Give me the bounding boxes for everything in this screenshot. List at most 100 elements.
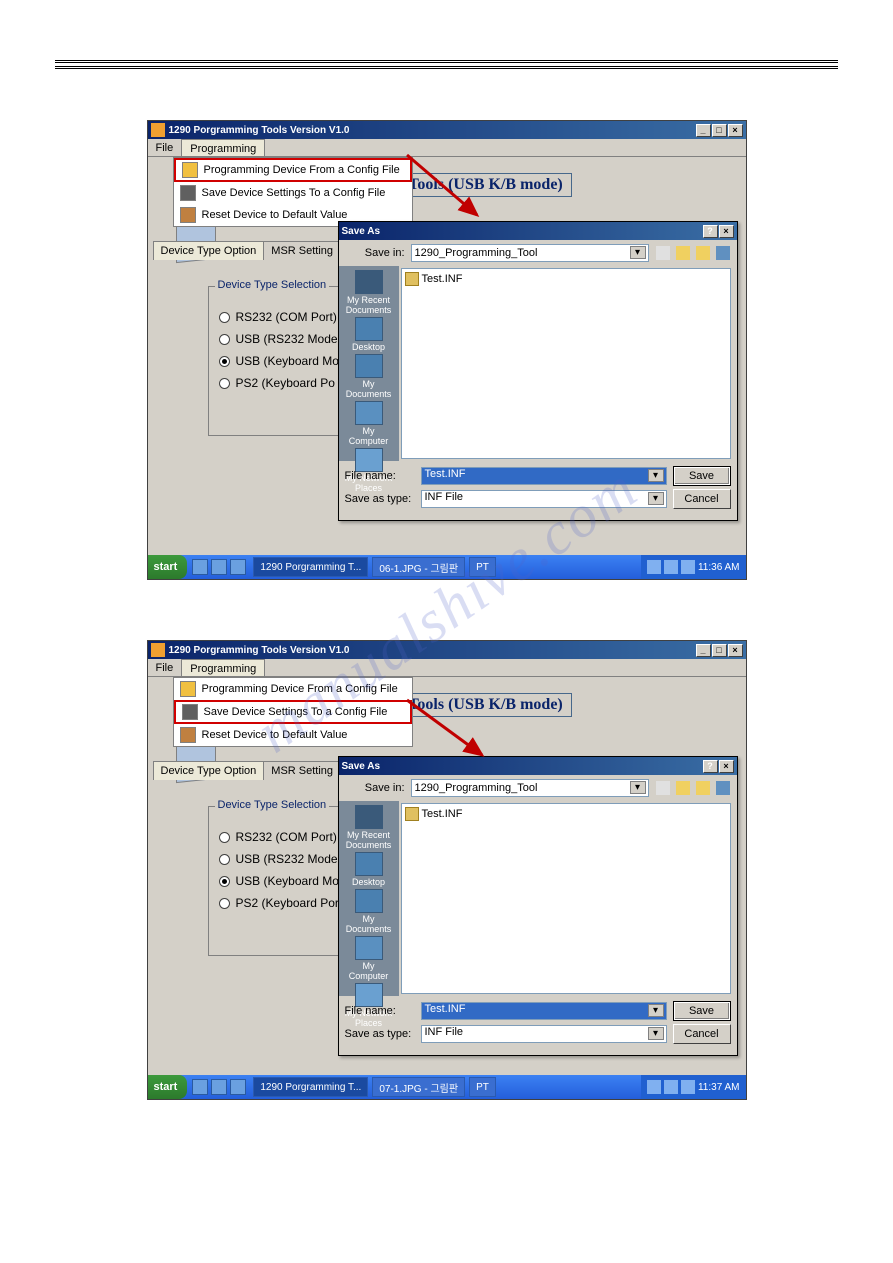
filename-input[interactable]: Test.INF xyxy=(421,1002,667,1020)
menu-item-save-settings[interactable]: Save Device Settings To a Config File xyxy=(174,182,412,204)
menu-programming[interactable]: Programming xyxy=(181,139,265,156)
quicklaunch-icon[interactable] xyxy=(192,559,208,575)
menu-item-label: Programming Device From a Config File xyxy=(204,164,400,176)
place-computer[interactable]: My Computer xyxy=(343,401,395,446)
quicklaunch-icon[interactable] xyxy=(192,1079,208,1095)
tray-icon[interactable] xyxy=(681,560,695,574)
taskbar-button[interactable]: 1290 Porgramming T... xyxy=(253,557,368,577)
menu-item-save-settings[interactable]: Save Device Settings To a Config File xyxy=(174,700,412,724)
up-folder-icon[interactable] xyxy=(675,780,691,796)
start-button[interactable]: start xyxy=(148,1075,188,1099)
window-title: 1290 Porgramming Tools Version V1.0 xyxy=(169,125,696,136)
back-icon[interactable] xyxy=(655,245,671,261)
tray-icon[interactable] xyxy=(664,560,678,574)
tray-icon[interactable] xyxy=(681,1080,695,1094)
file-icon xyxy=(405,272,419,286)
radio-icon xyxy=(219,898,230,909)
group-legend: Device Type Selection xyxy=(215,799,330,811)
views-icon[interactable] xyxy=(715,245,731,261)
filename-label: File name: xyxy=(345,1005,415,1017)
computer-icon xyxy=(355,401,383,425)
save-button[interactable]: Save xyxy=(673,466,731,486)
dialog-close-button[interactable]: × xyxy=(719,225,734,238)
help-button[interactable]: ? xyxy=(703,225,718,238)
menubar: File Programming xyxy=(148,139,746,157)
back-icon[interactable] xyxy=(655,780,671,796)
savein-value: 1290_Programming_Tool xyxy=(415,782,538,794)
dialog-title: Save As xyxy=(342,226,703,237)
minimize-button[interactable]: _ xyxy=(696,644,711,657)
recent-icon xyxy=(355,270,383,294)
place-documents[interactable]: My Documents xyxy=(343,889,395,934)
start-label: start xyxy=(154,561,178,573)
cancel-button[interactable]: Cancel xyxy=(673,489,731,509)
system-tray: 11:37 AM xyxy=(641,1075,746,1099)
maximize-button[interactable]: □ xyxy=(712,644,727,657)
place-documents[interactable]: My Documents xyxy=(343,354,395,399)
new-folder-icon[interactable] xyxy=(695,245,711,261)
radio-label: USB (RS232 Mode xyxy=(236,852,338,866)
type-combo[interactable]: INF File xyxy=(421,1025,667,1043)
reset-icon xyxy=(180,207,196,223)
menu-file[interactable]: File xyxy=(148,659,182,676)
type-combo[interactable]: INF File xyxy=(421,490,667,508)
taskbar-button[interactable]: 07-1.JPG - 그림판 xyxy=(372,1077,465,1097)
start-button[interactable]: start xyxy=(148,555,188,579)
help-button[interactable]: ? xyxy=(703,760,718,773)
menu-item-label: Save Device Settings To a Config File xyxy=(202,187,386,199)
save-button[interactable]: Save xyxy=(673,1001,731,1021)
quicklaunch-icon[interactable] xyxy=(211,1079,227,1095)
close-button[interactable]: × xyxy=(728,124,743,137)
taskbar-button[interactable]: 1290 Porgramming T... xyxy=(253,1077,368,1097)
minimize-button[interactable]: _ xyxy=(696,124,711,137)
dialog-close-button[interactable]: × xyxy=(719,760,734,773)
file-item[interactable]: Test.INF xyxy=(405,272,727,286)
tab-msr-setting[interactable]: MSR Setting xyxy=(263,761,341,780)
tray-icon[interactable] xyxy=(647,560,661,574)
place-computer[interactable]: My Computer xyxy=(343,936,395,981)
tab-device-type[interactable]: Device Type Option xyxy=(153,241,265,260)
menu-item-reset-device[interactable]: Reset Device to Default Value xyxy=(174,724,412,746)
tray-icon[interactable] xyxy=(647,1080,661,1094)
window-title: 1290 Porgramming Tools Version V1.0 xyxy=(169,645,696,656)
cancel-button[interactable]: Cancel xyxy=(673,1024,731,1044)
menu-file[interactable]: File xyxy=(148,139,182,156)
filename-input[interactable]: Test.INF xyxy=(421,467,667,485)
type-value: INF File xyxy=(425,491,464,503)
tab-device-type[interactable]: Device Type Option xyxy=(153,761,265,780)
taskbar-button[interactable]: 06-1.JPG - 그림판 xyxy=(372,557,465,577)
file-item[interactable]: Test.INF xyxy=(405,807,727,821)
views-icon[interactable] xyxy=(715,780,731,796)
tray-icon[interactable] xyxy=(664,1080,678,1094)
up-folder-icon[interactable] xyxy=(675,245,691,261)
file-list[interactable]: Test.INF xyxy=(401,803,731,994)
savein-combo[interactable]: 1290_Programming_Tool xyxy=(411,779,649,797)
new-folder-icon[interactable] xyxy=(695,780,711,796)
config-file-icon xyxy=(180,681,196,697)
menu-item-label: Reset Device to Default Value xyxy=(202,729,348,741)
savein-combo[interactable]: 1290_Programming_Tool xyxy=(411,244,649,262)
quicklaunch-icon[interactable] xyxy=(211,559,227,575)
place-desktop[interactable]: Desktop xyxy=(343,317,395,352)
taskbar-button[interactable]: PT xyxy=(469,1077,496,1097)
screenshot-2: 1290 Porgramming Tools Version V1.0 _ □ … xyxy=(147,640,747,1100)
close-button[interactable]: × xyxy=(728,644,743,657)
place-recent[interactable]: My Recent Documents xyxy=(343,270,395,315)
programming-dropdown: Programming Device From a Config File Sa… xyxy=(173,157,413,227)
clock: 11:36 AM xyxy=(698,562,740,573)
place-recent[interactable]: My Recent Documents xyxy=(343,805,395,850)
place-desktop[interactable]: Desktop xyxy=(343,852,395,887)
quicklaunch-icon[interactable] xyxy=(230,559,246,575)
radio-label: RS232 (COM Port) xyxy=(236,310,337,324)
file-list[interactable]: Test.INF xyxy=(401,268,731,459)
menu-item-programming-device[interactable]: Programming Device From a Config File xyxy=(174,158,412,182)
taskbar-button[interactable]: PT xyxy=(469,557,496,577)
tab-msr-setting[interactable]: MSR Setting xyxy=(263,241,341,260)
titlebar: 1290 Porgramming Tools Version V1.0 _ □ … xyxy=(148,641,746,659)
menu-item-programming-device[interactable]: Programming Device From a Config File xyxy=(174,678,412,700)
menu-programming[interactable]: Programming xyxy=(181,659,265,676)
maximize-button[interactable]: □ xyxy=(712,124,727,137)
quicklaunch-icon[interactable] xyxy=(230,1079,246,1095)
type-value: INF File xyxy=(425,1026,464,1038)
place-label: My Documents xyxy=(346,379,392,399)
